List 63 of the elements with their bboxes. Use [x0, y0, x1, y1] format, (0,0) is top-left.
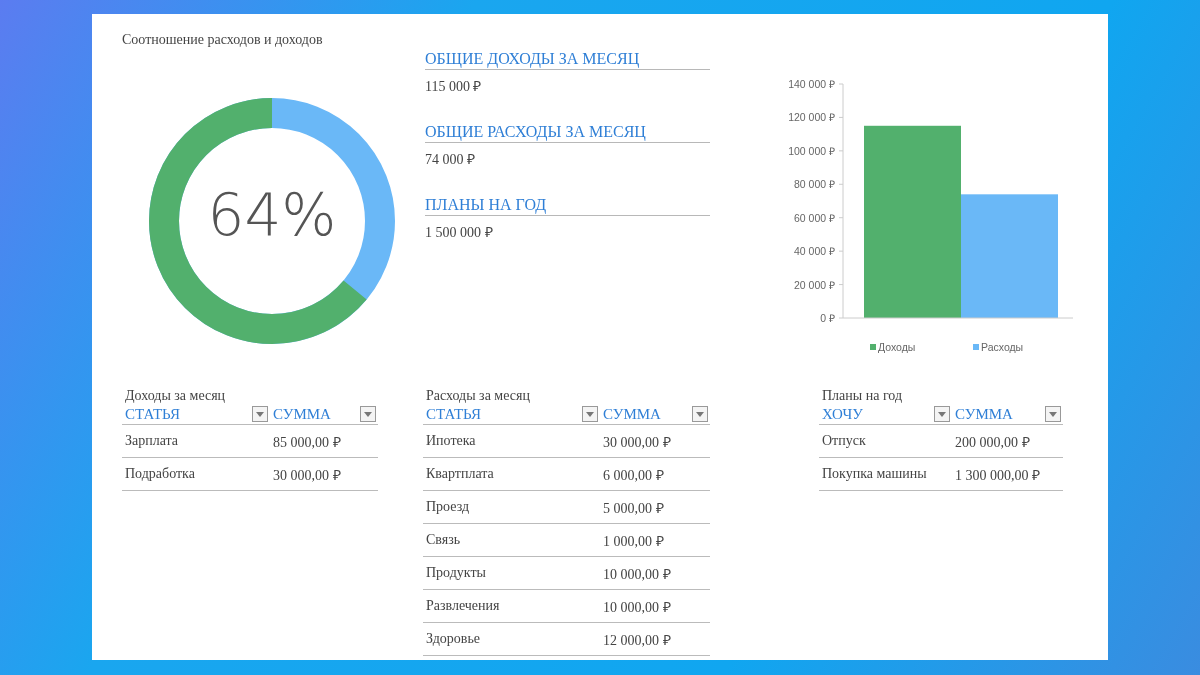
- table-cell: 10 000,00 ₽: [603, 566, 671, 582]
- summary-label: ПЛАНЫ НА ГОД: [425, 196, 547, 213]
- legend-label: Расходы: [981, 341, 1024, 353]
- caret-icon: [1049, 411, 1057, 417]
- summary-label: ОБЩИЕ ДОХОДЫ ЗА МЕСЯЦ: [425, 50, 640, 67]
- table-cell: 1 300 000,00 ₽: [955, 467, 1040, 483]
- caret-icon: [586, 411, 594, 417]
- table-title: Планы на год: [822, 388, 904, 404]
- table-title: Доходы за месяц: [125, 388, 227, 404]
- y-tick-label: 120 000 ₽: [788, 111, 835, 124]
- summary-value: 1 500 000 ₽: [425, 225, 493, 240]
- legend-swatch: [973, 344, 979, 350]
- legend-swatch: [870, 344, 876, 350]
- column-header: ХОЧУ: [822, 405, 863, 423]
- table-cell: 200 000,00 ₽: [955, 434, 1030, 450]
- table-cell: Ипотека: [426, 433, 476, 448]
- filter-dropdown-button[interactable]: [252, 406, 268, 422]
- y-tick-label: 0 ₽: [820, 312, 835, 324]
- table-cell: Связь: [426, 532, 461, 547]
- table-cell: Зарплата: [125, 433, 179, 448]
- summary-label: ОБЩИЕ РАСХОДЫ ЗА МЕСЯЦ: [425, 123, 646, 140]
- filter-dropdown-button[interactable]: [582, 406, 598, 422]
- table-cell: Здоровье: [426, 631, 480, 646]
- filter-dropdown-button[interactable]: [360, 406, 376, 422]
- y-tick-label: 60 000 ₽: [793, 211, 835, 224]
- filter-dropdown-button[interactable]: [934, 406, 950, 422]
- table-title: Расходы за месяц: [426, 388, 531, 404]
- table-cell: Проезд: [426, 499, 470, 514]
- caret-icon: [938, 411, 946, 417]
- caret-icon: [364, 411, 372, 417]
- y-tick-label: 80 000 ₽: [793, 178, 835, 191]
- column-header: СУММА: [955, 405, 1013, 423]
- table-cell: 1 000,00 ₽: [603, 533, 664, 549]
- caret-icon: [696, 411, 704, 417]
- table-cell: Покупка машины: [822, 466, 927, 481]
- summary-value: 115 000 ₽: [425, 79, 482, 94]
- chart-title: Соотношение расходов и доходов: [122, 32, 324, 48]
- column-header: СУММА: [273, 405, 331, 423]
- filter-dropdown-button[interactable]: [692, 406, 708, 422]
- percentage-reading: 64%: [206, 186, 338, 244]
- table-cell: Квартплата: [426, 466, 494, 481]
- table-cell: Развлечения: [426, 598, 500, 613]
- table-cell: 85 000,00 ₽: [273, 434, 341, 450]
- table-cell: 12 000,00 ₽: [603, 632, 671, 648]
- table-cell: Продукты: [426, 565, 486, 580]
- y-tick-label: 20 000 ₽: [793, 278, 835, 291]
- column-header: СТАТЬЯ: [125, 405, 180, 423]
- column-header: СТАТЬЯ: [426, 405, 481, 423]
- y-tick-label: 40 000 ₽: [793, 245, 835, 258]
- legend-label: Доходы: [878, 341, 916, 353]
- column-header: СУММА: [603, 405, 661, 423]
- caret-icon: [256, 411, 264, 417]
- table-cell: Подработка: [125, 466, 195, 481]
- filter-dropdown-button[interactable]: [1045, 406, 1061, 422]
- table-cell: Отпуск: [822, 433, 866, 448]
- summary-value: 74 000 ₽: [425, 152, 475, 167]
- table-cell: 30 000,00 ₽: [603, 434, 671, 450]
- y-tick-label: 100 000 ₽: [788, 144, 835, 157]
- y-tick-label: 140 000 ₽: [788, 78, 835, 90]
- table-cell: 10 000,00 ₽: [603, 599, 671, 615]
- table-cell: 6 000,00 ₽: [603, 467, 664, 483]
- table-cell: 5 000,00 ₽: [603, 500, 664, 516]
- table-cell: 30 000,00 ₽: [273, 467, 341, 483]
